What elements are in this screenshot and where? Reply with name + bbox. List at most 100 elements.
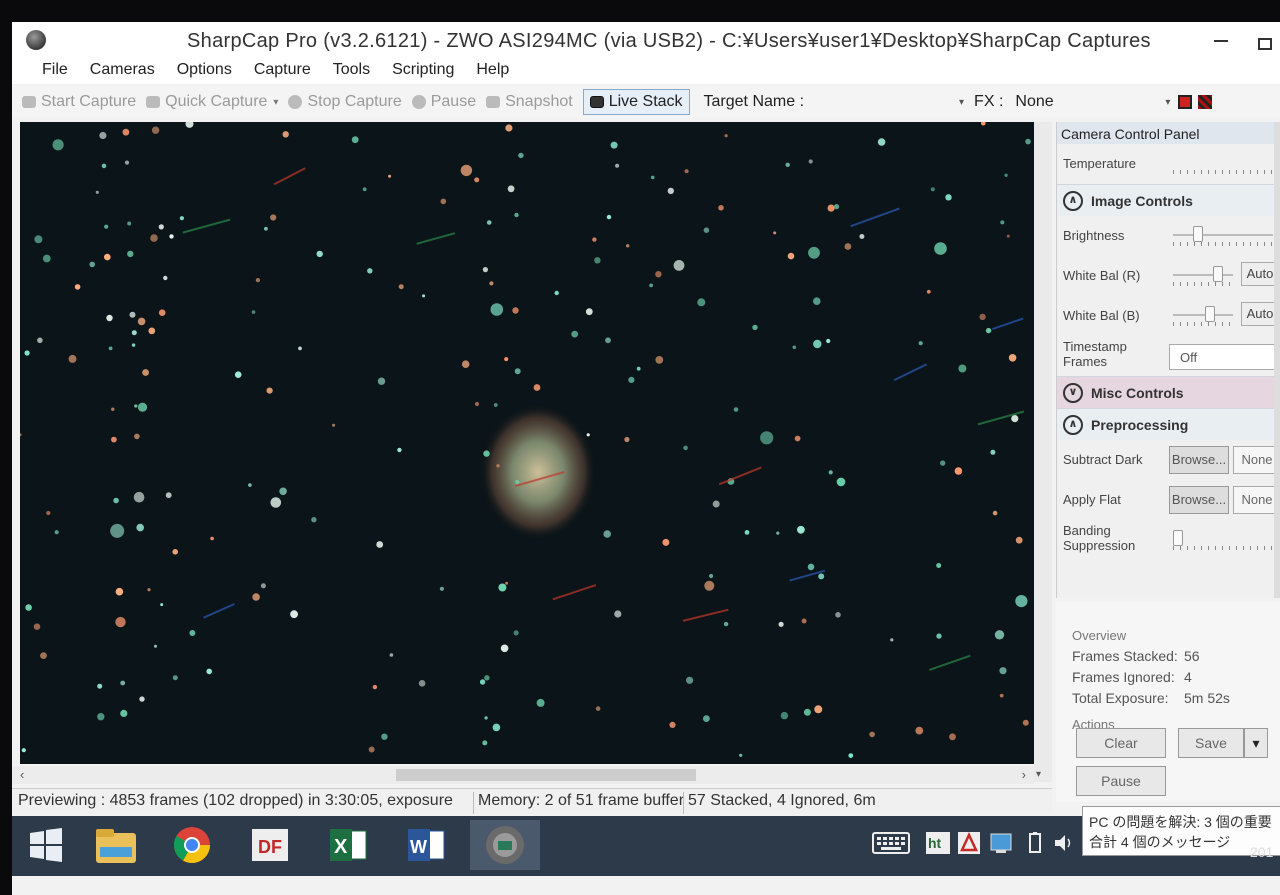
chevron-down-icon[interactable]: ▾ — [273, 97, 278, 108]
horizontal-scrollbar-thumb[interactable] — [396, 769, 696, 781]
menu-scripting[interactable]: Scripting — [392, 61, 454, 79]
white-bal-r-label: White Bal (R) — [1063, 268, 1141, 283]
banding-suppression-slider-thumb[interactable] — [1173, 530, 1183, 546]
apply-flat-none-button[interactable]: None — [1233, 486, 1280, 514]
timestamp-frames-select[interactable]: Off — [1169, 344, 1280, 370]
start-capture-button[interactable]: Start Capture — [22, 93, 136, 111]
star — [97, 683, 103, 689]
stop-capture-button[interactable]: Stop Capture — [288, 93, 402, 111]
total-exposure-label: Total Exposure: — [1072, 690, 1169, 706]
banding-suppression-slider[interactable] — [1173, 546, 1273, 550]
subtract-dark-none-button[interactable]: None — [1233, 446, 1280, 474]
excel-button[interactable]: X — [316, 820, 380, 870]
maximize-button[interactable] — [1258, 38, 1272, 50]
title-bar: SharpCap Pro (v3.2.6121) - ZWO ASI294MC … — [12, 22, 1280, 56]
live-stack-button[interactable]: Live Stack — [582, 89, 690, 115]
file-explorer-button[interactable] — [84, 820, 148, 870]
ht-tray-icon[interactable]: ht — [926, 832, 950, 859]
star — [298, 346, 302, 351]
star — [115, 587, 124, 596]
acrobat-tray-icon[interactable] — [958, 832, 980, 859]
stack-pause-button[interactable]: Pause — [1076, 766, 1166, 796]
star — [703, 227, 710, 233]
star — [492, 723, 501, 732]
subtract-dark-browse-button[interactable]: Browse... — [1169, 446, 1229, 474]
histogram-icon[interactable] — [1198, 95, 1213, 109]
status-stacked: 57 Stacked, 4 Ignored, 6m — [688, 792, 876, 809]
pdf-app-button[interactable]: DF — [238, 820, 302, 870]
save-button[interactable]: Save — [1178, 728, 1244, 758]
chrome-button[interactable] — [160, 820, 224, 870]
horizontal-scrollbar[interactable]: ‹ › — [12, 766, 1034, 784]
star — [554, 290, 559, 296]
total-exposure-value: 5m 52s — [1184, 690, 1230, 706]
sharpcap-app-icon[interactable] — [26, 30, 46, 50]
network-tray-icon[interactable] — [990, 832, 1012, 859]
panel-scrollbar[interactable] — [1274, 122, 1280, 598]
star — [985, 327, 992, 334]
star — [111, 436, 117, 443]
taskbar-clock[interactable]: 201 — [1250, 844, 1273, 860]
scroll-right-icon[interactable]: › — [1022, 767, 1026, 782]
star — [814, 705, 823, 714]
menu-tools[interactable]: Tools — [333, 61, 370, 79]
apply-flat-browse-button[interactable]: Browse... — [1169, 486, 1229, 514]
brightness-slider[interactable] — [1173, 234, 1273, 236]
image-controls-header[interactable]: ∧ Image Controls — [1057, 184, 1280, 216]
battery-icon[interactable] — [1028, 832, 1042, 859]
minimize-button[interactable] — [1214, 40, 1228, 42]
preprocessing-header[interactable]: ∧ Preprocessing — [1057, 408, 1280, 440]
star — [1011, 415, 1019, 423]
star — [89, 261, 95, 268]
live-stack-icon — [589, 96, 604, 108]
star — [106, 314, 113, 322]
sharpcap-taskbar-button[interactable] — [470, 820, 540, 870]
star — [158, 224, 164, 230]
white-bal-r-slider-thumb[interactable] — [1213, 266, 1223, 282]
snapshot-button[interactable]: Snapshot — [486, 93, 573, 111]
white-bal-b-slider[interactable] — [1173, 314, 1233, 316]
white-bal-b-slider-thumb[interactable] — [1205, 306, 1216, 322]
keyboard-icon[interactable] — [872, 832, 910, 859]
star — [25, 604, 32, 611]
menu-capture[interactable]: Capture — [254, 61, 311, 79]
misc-controls-header[interactable]: ∨ Misc Controls — [1057, 376, 1280, 408]
star — [890, 638, 894, 642]
star — [733, 407, 739, 412]
brightness-slider-thumb[interactable] — [1193, 226, 1203, 242]
menu-cameras[interactable]: Cameras — [90, 61, 155, 79]
menu-file[interactable]: File — [42, 61, 68, 79]
target-name-dropdown[interactable]: ▾ — [959, 97, 964, 108]
sharpcap-icon — [486, 826, 524, 864]
star — [127, 250, 134, 258]
clear-button[interactable]: Clear — [1076, 728, 1166, 758]
star — [479, 679, 486, 685]
pause-button[interactable]: Pause — [411, 93, 476, 111]
menu-help[interactable]: Help — [476, 61, 509, 79]
timestamp-frames-row: Timestamp Frames Off — [1057, 336, 1280, 376]
svg-text:DF: DF — [258, 837, 282, 857]
windows-start-button[interactable] — [14, 820, 78, 870]
white-bal-r-slider[interactable] — [1173, 274, 1233, 276]
vertical-scrollbar[interactable]: ▾ — [1034, 122, 1052, 782]
volume-icon[interactable] — [1052, 832, 1074, 859]
preview-image[interactable] — [20, 122, 1034, 764]
satellite-streak — [928, 654, 971, 671]
menu-options[interactable]: Options — [177, 61, 232, 79]
star — [918, 341, 923, 346]
quick-capture-button[interactable]: Quick Capture ▾ — [146, 93, 278, 111]
record-icon[interactable] — [1178, 95, 1193, 109]
star — [21, 748, 26, 753]
scroll-down-icon[interactable]: ▾ — [1036, 769, 1041, 780]
scroll-left-icon[interactable]: ‹ — [20, 767, 24, 782]
star — [20, 433, 22, 437]
star — [586, 433, 590, 437]
word-button[interactable]: W — [394, 820, 458, 870]
star — [533, 384, 541, 391]
star — [131, 343, 136, 347]
fx-select[interactable]: None — [1015, 93, 1165, 111]
star — [936, 563, 942, 568]
save-dropdown-chevron-down-icon[interactable]: ▾ — [1244, 728, 1268, 758]
chevron-down-icon[interactable]: ▾ — [1165, 97, 1170, 108]
star — [266, 387, 273, 394]
